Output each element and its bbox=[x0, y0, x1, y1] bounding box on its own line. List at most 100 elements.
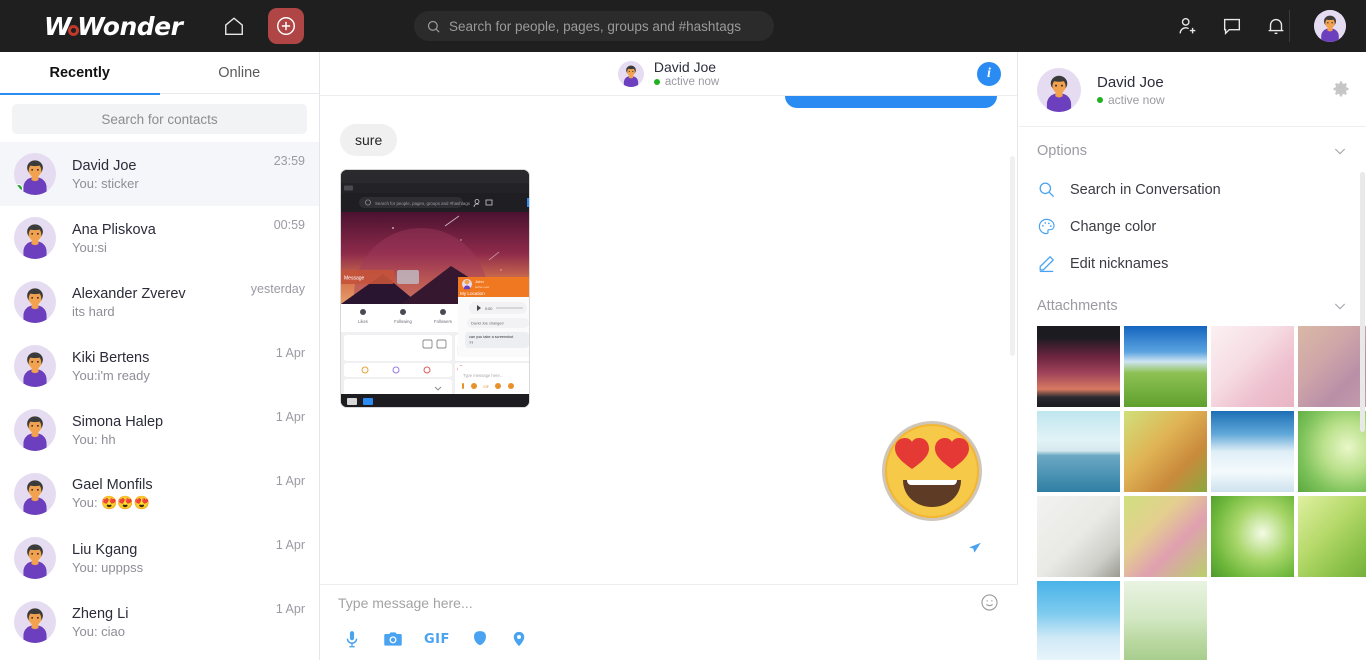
option-label: Change color bbox=[1070, 218, 1157, 235]
message-bubble-incoming[interactable]: sure bbox=[340, 124, 398, 156]
contact-list-item[interactable]: Zheng Li You: ciao 1 Apr bbox=[0, 590, 319, 654]
tab-online[interactable]: Online bbox=[160, 52, 320, 94]
option-change-color[interactable]: Change color bbox=[1019, 208, 1366, 245]
svg-text:Type message here...: Type message here... bbox=[463, 373, 503, 378]
attachment-thumbnail[interactable] bbox=[1298, 496, 1366, 577]
attachment-thumbnail[interactable] bbox=[1037, 581, 1120, 660]
chevron-down-icon bbox=[1332, 143, 1348, 159]
attachment-image bbox=[1298, 411, 1366, 492]
attachment-image bbox=[1211, 411, 1294, 492]
contact-time: 1 Apr bbox=[275, 602, 305, 616]
option-search-in-conversation[interactable]: Search in Conversation bbox=[1019, 171, 1366, 208]
notifications-icon[interactable] bbox=[1256, 6, 1296, 46]
gear-icon[interactable] bbox=[1332, 80, 1350, 98]
attachment-thumbnail[interactable] bbox=[1298, 411, 1366, 492]
profile-status-label: active now bbox=[1108, 92, 1165, 107]
attachment-thumbnail[interactable] bbox=[1124, 326, 1207, 407]
svg-text:Following: Following bbox=[394, 319, 412, 324]
brand-logo[interactable]: W Wonder bbox=[44, 11, 183, 41]
contact-preview: You:i'm ready bbox=[72, 367, 150, 383]
svg-text:active now: active now bbox=[475, 285, 490, 289]
contact-list-item[interactable]: Liu Kgang You: upppss 1 Apr bbox=[0, 526, 319, 590]
contact-search[interactable] bbox=[12, 104, 307, 134]
contact-name: Kiki Bertens bbox=[72, 349, 150, 366]
info-icon[interactable]: i bbox=[977, 62, 1001, 86]
brand-logo-part2: Wonder bbox=[77, 11, 183, 41]
online-status-dot bbox=[14, 184, 23, 193]
message-image-attachment[interactable]: Search for people, pages, groups and #ha… bbox=[340, 169, 530, 408]
attachment-thumbnail[interactable] bbox=[1124, 411, 1207, 492]
svg-text:GIF: GIF bbox=[483, 385, 490, 389]
contact-time: 23:59 bbox=[273, 154, 305, 168]
message-sticker[interactable] bbox=[877, 416, 987, 526]
messages-icon[interactable] bbox=[1212, 6, 1252, 46]
profile-avatar[interactable] bbox=[1037, 68, 1081, 112]
smiley-icon[interactable] bbox=[980, 593, 1000, 613]
contact-list-item[interactable]: Alexander Zverev its hard yesterday bbox=[0, 270, 319, 334]
contact-preview: You: hh bbox=[72, 431, 116, 447]
chat-panel: David Joe active now i sure Search for p… bbox=[320, 52, 1018, 660]
message-input[interactable] bbox=[338, 595, 980, 611]
contact-avatar bbox=[14, 345, 56, 387]
contact-avatar bbox=[14, 537, 56, 579]
contact-time: 1 Apr bbox=[275, 410, 305, 424]
contact-list-item[interactable]: Ana Pliskova You:si 00:59 bbox=[0, 206, 319, 270]
contact-list-item[interactable]: Gael Monfils You: 😍😍😍 1 Apr bbox=[0, 462, 319, 526]
attachment-image bbox=[1037, 411, 1120, 492]
global-search[interactable] bbox=[414, 11, 774, 41]
attachment-thumbnail[interactable] bbox=[1037, 411, 1120, 492]
attachment-thumbnail[interactable] bbox=[1211, 411, 1294, 492]
profile-status: active now bbox=[1097, 93, 1165, 107]
option-label: Edit nicknames bbox=[1070, 255, 1169, 272]
contact-list-item[interactable]: David Joe You: sticker 23:59 bbox=[0, 142, 319, 206]
contact-list: David Joe You: sticker 23:59 Ana Pliskova Yo… bbox=[0, 142, 319, 654]
contact-list-item[interactable]: Simona Halep You: hh 1 Apr bbox=[0, 398, 319, 462]
add-friend-icon[interactable] bbox=[1168, 6, 1208, 46]
svg-text:can you take a screenshot: can you take a screenshot bbox=[469, 335, 514, 339]
contact-info: Simona Halep You: hh bbox=[72, 414, 276, 447]
attachment-image bbox=[1037, 581, 1120, 660]
microphone-icon[interactable] bbox=[342, 629, 362, 649]
attachment-grid bbox=[1019, 326, 1366, 660]
gif-icon[interactable]: GIF bbox=[424, 632, 450, 647]
svg-text:??: ?? bbox=[469, 341, 473, 345]
plus-circle-icon[interactable] bbox=[268, 8, 305, 44]
contact-info: Gael Monfils You: 😍😍😍 bbox=[72, 477, 276, 511]
contact-info: Kiki Bertens You:i'm ready bbox=[72, 350, 276, 383]
avatar[interactable] bbox=[1314, 10, 1346, 42]
chat-header: David Joe active now i bbox=[320, 52, 1017, 96]
chat-header-user[interactable]: David Joe active now bbox=[617, 59, 719, 88]
attachment-thumbnail[interactable] bbox=[1211, 496, 1294, 577]
chat-scrollbar[interactable] bbox=[1010, 156, 1015, 356]
contact-time: yesterday bbox=[250, 282, 305, 296]
attachment-image bbox=[1037, 326, 1120, 407]
section-options-title: Options bbox=[1037, 143, 1087, 159]
contact-name: Liu Kgang bbox=[72, 541, 138, 558]
contact-list-item[interactable]: Kiki Bertens You:i'm ready 1 Apr bbox=[0, 334, 319, 398]
right-panel-scrollbar[interactable] bbox=[1360, 172, 1365, 432]
contact-avatar bbox=[14, 409, 56, 451]
profile-name: David Joe bbox=[1097, 73, 1164, 91]
option-edit-nicknames[interactable]: Edit nicknames bbox=[1019, 245, 1366, 282]
contact-search-input[interactable] bbox=[12, 104, 307, 134]
attachment-thumbnail[interactable] bbox=[1124, 496, 1207, 577]
attachment-thumbnail[interactable] bbox=[1298, 326, 1366, 407]
search-input[interactable] bbox=[449, 18, 762, 34]
contact-info: Ana Pliskova You:si bbox=[72, 222, 274, 255]
contact-time: 1 Apr bbox=[275, 538, 305, 552]
right-panel-profile: David Joe active now bbox=[1019, 52, 1366, 127]
attachment-thumbnail[interactable] bbox=[1037, 496, 1120, 577]
attachment-thumbnail[interactable] bbox=[1124, 581, 1207, 660]
section-options-header[interactable]: Options bbox=[1019, 127, 1366, 171]
sticker-icon[interactable] bbox=[470, 629, 490, 649]
location-icon[interactable] bbox=[510, 629, 528, 649]
section-attachments-header[interactable]: Attachments bbox=[1019, 282, 1366, 326]
attachment-thumbnail[interactable] bbox=[1211, 326, 1294, 407]
attachment-thumbnail[interactable] bbox=[1037, 326, 1120, 407]
camera-icon[interactable] bbox=[382, 629, 404, 649]
tab-recently[interactable]: Recently bbox=[0, 52, 160, 95]
svg-text:Search for people, pages, grou: Search for people, pages, groups and #ha… bbox=[375, 201, 471, 206]
home-icon[interactable] bbox=[220, 12, 248, 40]
message-bubble-outgoing-clipped[interactable] bbox=[785, 96, 997, 108]
chat-header-avatar bbox=[617, 60, 644, 87]
